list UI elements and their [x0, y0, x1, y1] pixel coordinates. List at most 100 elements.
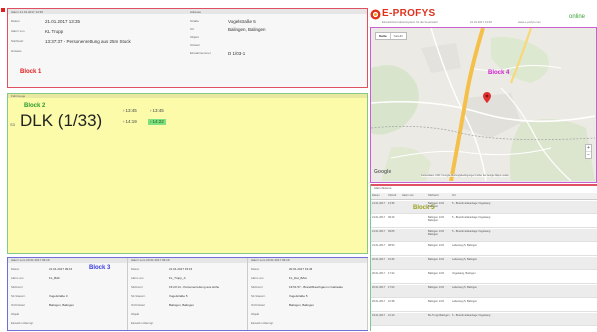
address-field-row: Ort Balingen, Balingen: [190, 27, 266, 32]
history-col-date[interactable]: Datum: [371, 193, 387, 199]
zoom-in-button[interactable]: +: [586, 145, 591, 152]
app-tagline: Einsatzinformationssystem für die Feuerw…: [382, 20, 438, 24]
history-table-row[interactable]: 20.01.2017 16:38 Balingen 1/33 Laberweg 5, …: [371, 299, 597, 312]
address-field-row: Straße Vogelstraße 5: [190, 19, 256, 24]
previous-alarm-value: Vogelstraße 5: [169, 294, 188, 298]
history-cell-from: [401, 243, 427, 255]
previous-alarm-key: Ort/Ortsteil: [11, 303, 25, 307]
block-alarm-history: Alarmhistorie Datum Uhrzeit Alarm von St…: [370, 184, 597, 331]
history-cell-time: 17:02: [388, 286, 395, 289]
address-field-key: Straße: [190, 19, 200, 23]
status-time-chip-active[interactable]: ›14:22: [148, 119, 166, 125]
previous-alarm-key: Datum: [131, 267, 140, 271]
history-col-time[interactable]: Uhrzeit: [387, 193, 401, 199]
alarm-field-value: 13:37:37 - Personenrettung aus 25m Stock: [45, 39, 131, 44]
block5-header-label: Alarmhistorie: [374, 186, 392, 190]
history-cell-place: 5 - Brandmeldeanlage Vogelsang: [452, 216, 491, 219]
previous-alarm-row: Objekt: [11, 312, 49, 316]
alarm-field-key: Stichwort: [11, 39, 24, 43]
map-type-map[interactable]: Karte: [376, 33, 390, 39]
history-cell-time: 09:16: [388, 216, 395, 219]
vehicle-status-code: S3: [10, 122, 15, 127]
status-time-chip[interactable]: ›13:45: [121, 108, 139, 114]
previous-alarm-row: Datum 21.01.2017 09:16: [11, 267, 72, 271]
history-cell-time: 17:24: [388, 272, 395, 275]
history-cell-from: [401, 285, 427, 297]
previous-alarm-value: 15:23:14 - Personenrettung aus Höhe: [169, 285, 220, 289]
history-cell-keyword: Balingen 1/33: [428, 244, 444, 247]
history-table-row[interactable]: 20.01.2017 17:24 Balingen 1/33 Vogelsang, B…: [371, 271, 597, 284]
zoom-out-button[interactable]: −: [586, 152, 591, 158]
history-col-keyword[interactable]: Stichwort: [427, 193, 451, 199]
map-marker-icon[interactable]: [483, 92, 491, 103]
status-time-chip[interactable]: ›14:19: [121, 119, 139, 125]
eprofys-logo-icon: [370, 9, 381, 20]
history-cell-keyword: Balingen 1/33: [428, 272, 444, 275]
history-table-row[interactable]: 19.01.2017 21:10 BL-Trupp Balingen 5 - Bran…: [371, 313, 597, 326]
block-map[interactable]: Karte Satellit Block 4 + − Google Karten…: [370, 27, 597, 183]
previous-alarm-value: FL_Det_BAG: [289, 276, 307, 280]
history-cell-time: 13:35: [388, 202, 395, 205]
alarm-field-row: Hinweis: [11, 49, 45, 54]
previous-alarm-row: Alarm von FL_Det_BAG: [251, 276, 307, 280]
history-table-header: Datum Uhrzeit Alarm von Stichwort Ort: [371, 193, 597, 200]
map-canvas[interactable]: [371, 28, 595, 181]
previous-alarm-key: Str./Hausnr.: [251, 294, 266, 298]
history-cell-place: Laberweg 5, Balingen: [452, 286, 478, 289]
previous-alarm-row: Einsatzn./Alarmgr.: [11, 321, 49, 325]
address-field-key: Einsatznummer: [190, 51, 211, 55]
vehicle-name[interactable]: DLK (1/33): [20, 111, 102, 131]
previous-alarm-value: Balingen, Balingen: [169, 303, 195, 307]
previous-alarm-value: Vogelstraße 3: [49, 294, 68, 298]
alarm-field-key: Datum: [11, 19, 20, 23]
history-cell-time: 08:53: [388, 244, 395, 247]
previous-alarm-row: Ort/Ortsteil Balingen, Balingen: [11, 303, 74, 307]
previous-alarm-column[interactable]: Alarm vom 20.01.2017 09:16 Datum 20.01.201…: [248, 258, 368, 330]
previous-alarm-header: Alarm vom 20.01.2017 09:16: [128, 258, 247, 263]
block3-label: Block 3: [89, 265, 111, 271]
previous-alarm-row: Datum 20.01.2017 19:46: [251, 267, 312, 271]
history-cell-keyword: Balingen 1/33: [428, 300, 444, 303]
previous-alarm-row: Ort/Ortsteil Balingen, Balingen: [251, 303, 314, 307]
history-cell-date: 20.01.2017: [372, 300, 385, 303]
block1-header-bar: Alarm 21.01.2017 13:35 Adresse: [8, 9, 367, 14]
previous-alarm-row: Str./Hausnr. Vogelstraße 3: [11, 294, 68, 298]
history-table-row[interactable]: 20.01.2017 19:46 Balingen 1/33 Laberweg 5, …: [371, 257, 597, 270]
map-type-satellite[interactable]: Satellit: [389, 33, 406, 39]
status-time-value: 13:45: [152, 108, 164, 113]
history-cell-keyword: Balingen 1/33 Balingen: [428, 216, 444, 222]
history-cell-from: [401, 299, 427, 311]
history-table-row[interactable]: 21.01.2017 08:53 Balingen 1/33 Laberweg 5, …: [371, 243, 597, 256]
history-table-row[interactable]: 21.01.2017 09:05 Balingen 1/33 Balingen 5 -…: [371, 229, 597, 242]
block5-label: Block 5: [413, 205, 435, 211]
history-table-row[interactable]: 21.01.2017 09:16 Balingen 1/33 Balingen 5 -…: [371, 215, 597, 228]
alarm-field-value: 21.01.2017 13:35: [45, 19, 81, 24]
history-col-from[interactable]: Alarm von: [401, 193, 427, 199]
map-footer-note[interactable]: Kartendaten ©2017 Google Nutzungsbedingu…: [421, 174, 510, 177]
status-arrow-icon: ›: [123, 108, 125, 113]
previous-alarm-row: Str./Hausnr. Vogelstraße 5: [251, 294, 308, 298]
previous-alarm-value: 19:51:57 - Brand/Rauchgas im Gebäude: [289, 285, 343, 289]
history-table-row[interactable]: 20.01.2017 17:02 Balingen 1/33 Laberweg 5, …: [371, 285, 597, 298]
history-table-row[interactable]: 21.01.2017 13:35 Balingen 1/33 Balingen 5 -…: [371, 201, 597, 214]
history-cell-from: [401, 229, 427, 241]
previous-alarm-key: Alarm von: [131, 276, 144, 280]
previous-alarm-row: Stichwort 19:51:57 - Brand/Rauchgas im Ge…: [251, 285, 343, 289]
map-zoom-control: + −: [585, 144, 592, 159]
status-time-chip[interactable]: ›13:45: [148, 108, 166, 114]
block2-header-bar: Fahrzeuge: [8, 94, 367, 98]
address-field-row: Einsatznummer D 1/03-1: [190, 51, 245, 56]
status-arrow-icon: ›: [150, 108, 152, 113]
previous-alarm-key: Stichwort: [11, 285, 23, 289]
history-cell-keyword: Balingen 1/33: [428, 258, 444, 261]
history-col-place[interactable]: Ort: [451, 193, 597, 199]
connection-status: online: [569, 14, 586, 20]
previous-alarm-column[interactable]: Alarm vom 20.01.2017 09:16 Datum 21.01.201…: [128, 258, 248, 330]
previous-alarm-value: Balingen, Balingen: [289, 303, 315, 307]
history-cell-place: Laberweg 5, Balingen: [452, 258, 478, 261]
header-url[interactable]: www.e-profys.com: [518, 20, 541, 24]
alarm-field-row: Stichwort 13:37:37 - Personenrettung aus …: [11, 39, 131, 44]
history-cell-from: [401, 313, 427, 325]
block-vehicle-status: Fahrzeuge Block 2 S3 DLK (1/33) ›13:45 ›1…: [7, 93, 368, 254]
address-field-key: Objekt: [190, 35, 199, 39]
